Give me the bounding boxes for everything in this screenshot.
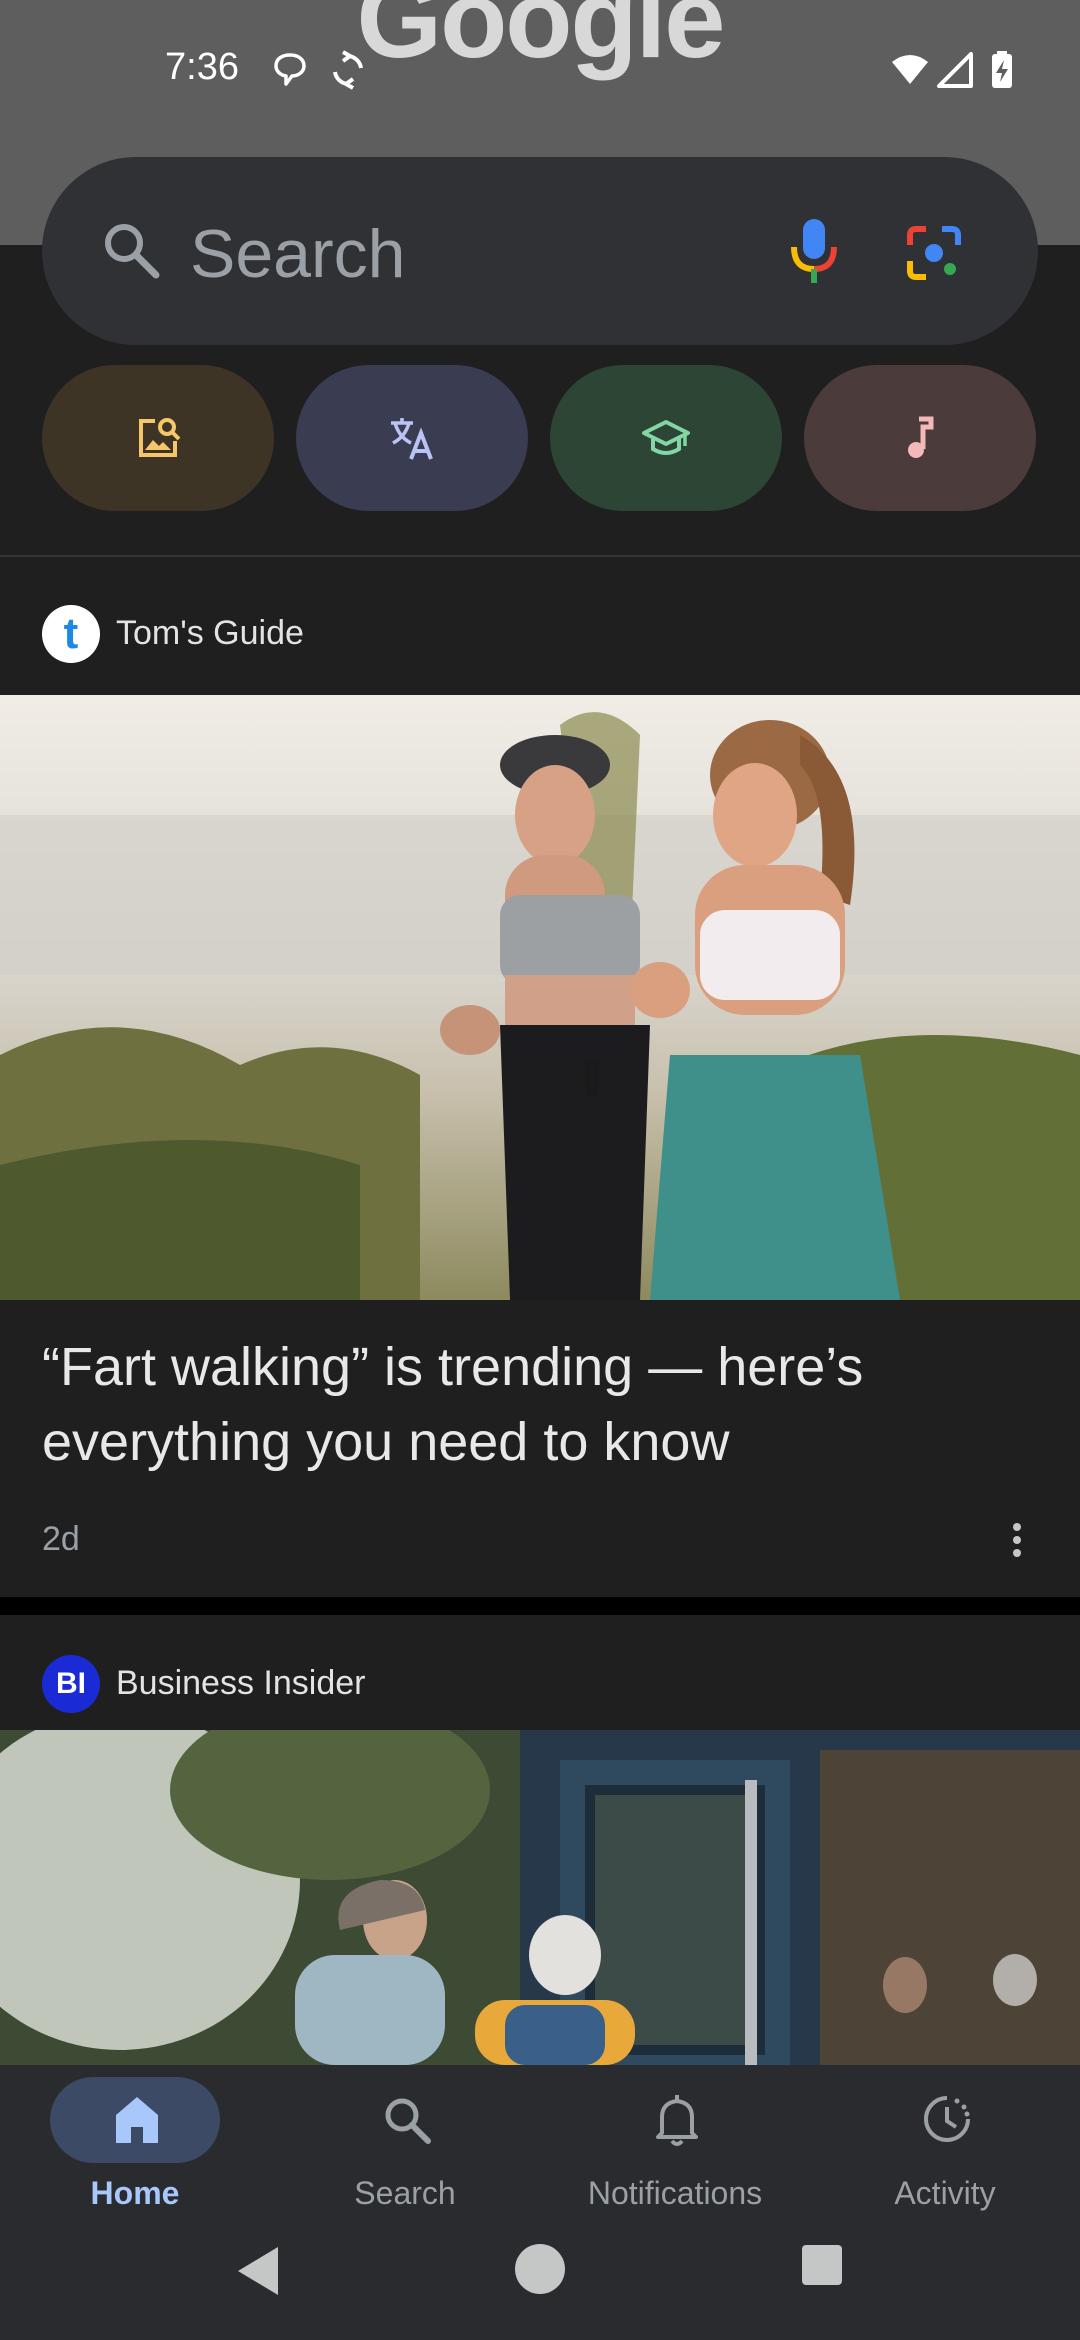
song-search-chip[interactable]: [804, 365, 1036, 511]
section-divider: [0, 555, 1080, 557]
search-icon: [385, 2098, 431, 2144]
battery-charging-icon: [992, 51, 1012, 88]
business-insider-logo: BI: [42, 1655, 100, 1713]
google-lens-icon[interactable]: [904, 223, 964, 283]
translate-icon: [391, 418, 433, 460]
storefront-photo: [0, 1730, 1080, 2065]
cell-signal-icon: [937, 52, 973, 88]
source-name: Tom's Guide: [116, 614, 304, 652]
nav-item-notifications[interactable]: Notifications: [540, 2065, 810, 2215]
more-options-icon[interactable]: [1000, 1520, 1034, 1560]
article-age: 2d: [42, 1520, 80, 1558]
translate-chip[interactable]: [296, 365, 528, 511]
article-headline[interactable]: “Fart walking” is trending — here’s ever…: [42, 1330, 1042, 1480]
graduation-cap-icon: [642, 420, 690, 455]
image-search-chip[interactable]: [42, 365, 274, 511]
search-icon: [105, 224, 160, 279]
home-icon: [116, 2097, 158, 2143]
homework-chip[interactable]: [550, 365, 782, 511]
source-name: Business Insider: [116, 1664, 366, 1702]
wifi-icon: [892, 55, 928, 84]
toms-guide-logo: t: [42, 605, 100, 663]
image-search-icon: [139, 418, 181, 457]
nav-item-search[interactable]: Search: [270, 2065, 540, 2215]
system-navigation-bar: [0, 2205, 1080, 2340]
runners-photo: [0, 695, 1080, 1300]
card-separator: [0, 1597, 1080, 1615]
activity-history-icon: [924, 2096, 970, 2142]
bell-icon: [656, 2095, 698, 2146]
status-bar: 7:36: [0, 0, 1080, 140]
chat-bubble-icon: [274, 53, 306, 86]
voice-search-icon[interactable]: [784, 217, 844, 285]
nav-item-home[interactable]: Home: [0, 2065, 270, 2215]
back-icon[interactable]: [232, 2243, 282, 2299]
search-placeholder[interactable]: Search: [190, 215, 405, 293]
card-source-header[interactable]: t Tom's Guide: [0, 565, 1080, 705]
article-image[interactable]: [0, 695, 1080, 1300]
sync-icon: [333, 50, 363, 90]
nav-item-activity[interactable]: Activity: [810, 2065, 1080, 2215]
music-note-icon: [908, 416, 934, 458]
status-time: 7:36: [165, 46, 239, 88]
article-image[interactable]: [0, 1730, 1080, 2065]
recents-square-icon[interactable]: [800, 2243, 844, 2287]
search-bar[interactable]: Search: [42, 157, 1038, 345]
home-circle-icon[interactable]: [514, 2243, 566, 2295]
